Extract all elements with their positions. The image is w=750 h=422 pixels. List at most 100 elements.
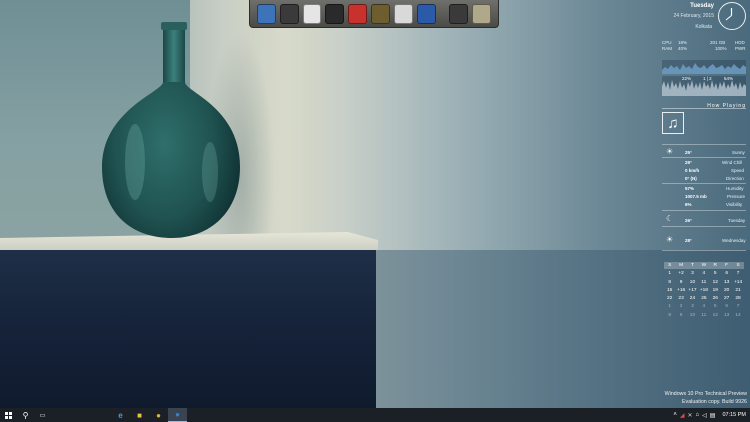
- calendar-day[interactable]: 12: [710, 279, 721, 286]
- app-tray-icon[interactable]: ◢: [680, 412, 685, 419]
- taskbar-clock[interactable]: 07:15 PM: [722, 412, 746, 418]
- analog-clock: [718, 2, 746, 30]
- windows-watermark: Windows 10 Pro Technical Preview Evaluat…: [665, 390, 747, 406]
- calendar-day[interactable]: 6: [721, 270, 732, 277]
- wind-chill-value: 29°: [685, 160, 692, 165]
- chrome-icon[interactable]: [302, 3, 322, 24]
- wind-chill-label: Wind Chill: [722, 160, 743, 165]
- app-tray-icon-2[interactable]: ✕: [688, 412, 693, 419]
- watermark-line-1: Windows 10 Pro Technical Preview: [664, 391, 747, 397]
- calendar-day[interactable]: 22: [664, 295, 675, 302]
- calendar-day[interactable]: 1: [664, 303, 675, 310]
- taskbar-chrome[interactable]: ●: [149, 408, 168, 422]
- calendar-day[interactable]: 3: [687, 270, 698, 277]
- calendar-day[interactable]: 2: [675, 303, 686, 310]
- calendar-day[interactable]: 12: [710, 312, 721, 319]
- calendar-day[interactable]: 6: [721, 303, 732, 310]
- calendar-day[interactable]: 8: [664, 279, 675, 286]
- desktop-wallpaper: [0, 0, 750, 408]
- recycle-icon[interactable]: [348, 3, 368, 24]
- shelf: [0, 250, 376, 408]
- calendar-header: M: [675, 262, 687, 269]
- moon-icon: ☾: [666, 214, 674, 223]
- calendar-day[interactable]: 7: [732, 270, 743, 277]
- search-button[interactable]: ⚲: [17, 408, 34, 422]
- calendar-day[interactable]: 4: [698, 303, 709, 310]
- calendar-day[interactable]: 5: [710, 303, 721, 310]
- divider: [662, 157, 746, 158]
- calendar: S M T W R F S 1 +2 3 4 5 6 7 8 9 10 11 12 13 +14 15 +16 +17 +18 1…: [664, 262, 744, 319]
- film-icon[interactable]: [449, 3, 469, 24]
- calendar-day[interactable]: 26: [710, 295, 721, 302]
- show-hidden-icons-icon[interactable]: ˄: [673, 412, 677, 418]
- calendar-day[interactable]: 27: [721, 295, 732, 302]
- calendar-day[interactable]: 10: [687, 279, 698, 286]
- taskbar: ⚲ ▭ e ■ ● ● ˄ ◢ ✕ ⌂ ◁ ▤ 07:15 PM: [0, 408, 750, 422]
- calendar-day[interactable]: 5: [710, 270, 721, 277]
- cpu-value: 18%: [678, 40, 688, 45]
- visibility-label: Visibility: [726, 202, 743, 207]
- info-icon[interactable]: [393, 3, 413, 24]
- direction-value: 0° (N): [685, 176, 697, 181]
- steam-icon[interactable]: [279, 3, 299, 24]
- current-temp: 25°: [685, 150, 692, 155]
- forecast-2-day: Wednesday: [722, 238, 746, 243]
- calendar-day[interactable]: 19: [710, 287, 721, 294]
- calendar-day[interactable]: 21: [732, 287, 743, 294]
- calendar-day[interactable]: 13: [721, 279, 732, 286]
- calendar-day[interactable]: 9: [675, 312, 686, 319]
- taskbar-explorer[interactable]: ■: [130, 408, 149, 422]
- calendar-day[interactable]: +18: [698, 287, 709, 294]
- divider: [662, 250, 746, 251]
- calendar-day[interactable]: +2: [675, 270, 686, 277]
- computer-icon[interactable]: [257, 3, 276, 24]
- calendar-day[interactable]: +17: [687, 287, 698, 294]
- ie-icon: e: [118, 410, 123, 420]
- calendar-day[interactable]: 8: [664, 312, 675, 319]
- speed-label: Speed: [731, 168, 745, 173]
- taskbar-firefox[interactable]: ●: [168, 408, 187, 422]
- calendar-day[interactable]: 23: [675, 295, 686, 302]
- drive-icon[interactable]: [472, 3, 492, 24]
- calendar-day[interactable]: 9: [675, 279, 686, 286]
- calendar-day[interactable]: +16: [675, 287, 686, 294]
- bottle-image: [102, 22, 240, 238]
- calendar-day[interactable]: +14: [732, 279, 743, 286]
- word-icon[interactable]: [416, 3, 436, 24]
- divider: [662, 183, 746, 184]
- divider: [662, 226, 746, 227]
- volume-icon[interactable]: ◁: [702, 412, 707, 419]
- graph-right-value: 54%: [724, 76, 734, 81]
- calendar-day[interactable]: 10: [687, 312, 698, 319]
- calendar-day[interactable]: 14: [732, 312, 743, 319]
- direction-label: Direction: [726, 176, 744, 181]
- calendar-header: R: [709, 262, 721, 269]
- cpu-label: CPU: [662, 40, 672, 45]
- network-icon[interactable]: ⌂: [696, 412, 700, 418]
- calendar-day[interactable]: 20: [721, 287, 732, 294]
- calendar-day[interactable]: 24: [687, 295, 698, 302]
- calendar-day[interactable]: 7: [732, 303, 743, 310]
- task-view-button[interactable]: ▭: [34, 408, 51, 422]
- calendar-day[interactable]: 11: [698, 279, 709, 286]
- visibility-value: 6%: [685, 202, 692, 207]
- chrome-icon: ●: [156, 410, 161, 420]
- media-icon[interactable]: [325, 3, 345, 24]
- calendar-day[interactable]: 3: [687, 303, 698, 310]
- notification-icon[interactable]: ▤: [710, 412, 716, 419]
- taskbar-ie[interactable]: e: [111, 408, 130, 422]
- calendar-day[interactable]: 25: [698, 295, 709, 302]
- calendar-day[interactable]: 1: [664, 270, 675, 277]
- calendar-day[interactable]: 13: [721, 312, 732, 319]
- calendar-day[interactable]: 28: [732, 295, 743, 302]
- gallery-icon[interactable]: [371, 3, 390, 24]
- calendar-day[interactable]: 11: [698, 312, 709, 319]
- calendar-day[interactable]: 4: [698, 270, 709, 277]
- sun-icon: ☀: [666, 147, 674, 156]
- ram-value: 40%: [678, 46, 688, 51]
- calendar-day[interactable]: 15: [664, 287, 675, 294]
- day-label: Tuesday: [690, 3, 714, 9]
- calendar-header: T: [686, 262, 699, 269]
- music-note-icon[interactable]: ♫: [662, 112, 684, 134]
- start-button[interactable]: [0, 408, 17, 422]
